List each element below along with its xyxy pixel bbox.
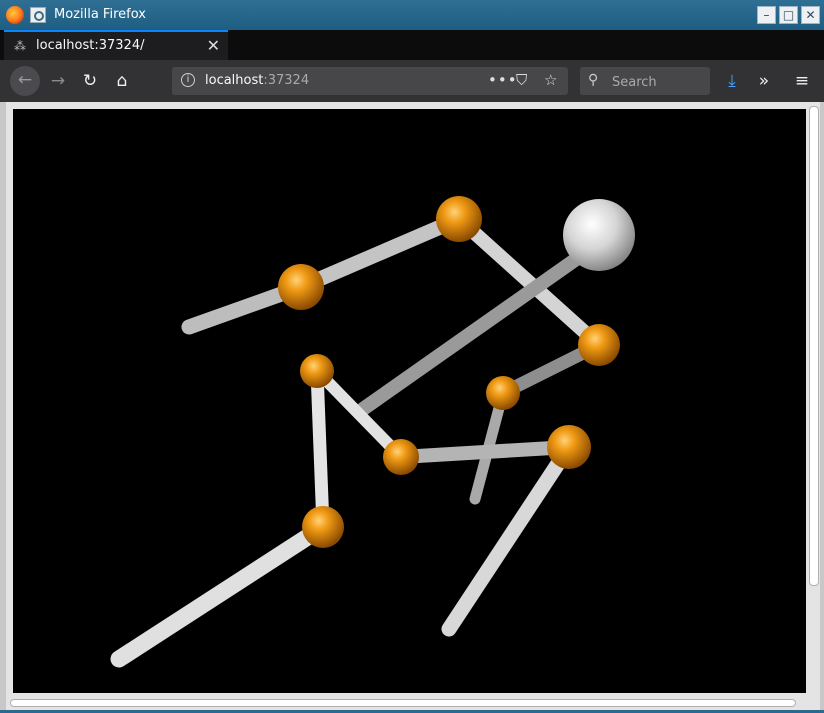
bond — [310, 364, 330, 534]
search-input[interactable] — [610, 72, 704, 92]
url-host: localhost — [205, 73, 264, 88]
bond — [293, 211, 467, 295]
window-titlebar: Mozilla Firefox – □ ✕ — [0, 0, 824, 30]
close-tab-icon[interactable]: ✕ — [207, 36, 220, 55]
page-content — [6, 102, 820, 710]
atoms — [278, 196, 635, 548]
search-box[interactable]: ⚲ — [580, 67, 710, 95]
window-title: Mozilla Firefox — [54, 7, 146, 22]
atom[interactable] — [302, 506, 344, 548]
horizontal-scroll-thumb[interactable] — [10, 699, 796, 707]
tab-localhost[interactable]: ⁂ localhost:37324/ ✕ — [4, 30, 228, 60]
site-info-icon[interactable]: i — [181, 73, 195, 87]
minimize-button[interactable]: – — [757, 6, 776, 24]
pocket-icon[interactable]: ⛉ — [516, 71, 527, 89]
hamburger-menu-icon[interactable]: ≡ — [788, 67, 816, 95]
tab-strip: ⁂ localhost:37324/ ✕ + — [0, 30, 824, 85]
bond — [394, 440, 576, 464]
horizontal-scrollbar[interactable] — [6, 696, 806, 710]
bonds — [110, 211, 606, 668]
atom[interactable] — [578, 324, 620, 366]
navigation-toolbar: ← → ↻ ⌂ i localhost:37324 ••• ⛉ ☆ ⚲ ⤓ » … — [0, 60, 824, 102]
atom[interactable] — [300, 354, 334, 388]
vertical-scrollbar[interactable] — [806, 102, 820, 694]
loading-icon: ⁂ — [14, 39, 26, 53]
bookmark-star-icon[interactable]: ☆ — [544, 71, 557, 89]
maximize-button[interactable]: □ — [779, 6, 798, 24]
downloads-icon[interactable]: ⤓ — [718, 67, 746, 95]
search-icon: ⚲ — [588, 72, 599, 88]
overflow-menu-icon[interactable]: » — [750, 67, 778, 95]
atom[interactable] — [547, 425, 591, 469]
address-bar[interactable]: i localhost:37324 ••• ⛉ ☆ — [172, 67, 568, 95]
close-window-button[interactable]: ✕ — [801, 6, 820, 24]
atom[interactable] — [383, 439, 419, 475]
molecule-scene — [110, 196, 635, 668]
atom[interactable] — [278, 264, 324, 310]
back-button[interactable]: ← — [10, 66, 40, 96]
highlighted-atom[interactable] — [563, 199, 635, 271]
bond — [441, 439, 577, 637]
reload-button[interactable]: ↻ — [76, 67, 104, 95]
atom[interactable] — [486, 376, 520, 410]
window-menu-icon[interactable] — [30, 7, 46, 23]
tab-label: localhost:37324/ — [36, 38, 145, 53]
vertical-scroll-thumb[interactable] — [809, 106, 819, 586]
page-actions-icon[interactable]: ••• — [488, 71, 518, 89]
url-text: localhost:37324 — [205, 73, 309, 88]
atom[interactable] — [436, 196, 482, 242]
bond — [356, 236, 606, 416]
firefox-logo-icon — [6, 6, 24, 24]
home-button[interactable]: ⌂ — [108, 67, 136, 95]
url-port: :37324 — [263, 73, 310, 88]
bond — [110, 518, 332, 668]
molecule-viewer-canvas[interactable] — [13, 109, 807, 693]
forward-button[interactable]: → — [44, 67, 72, 95]
